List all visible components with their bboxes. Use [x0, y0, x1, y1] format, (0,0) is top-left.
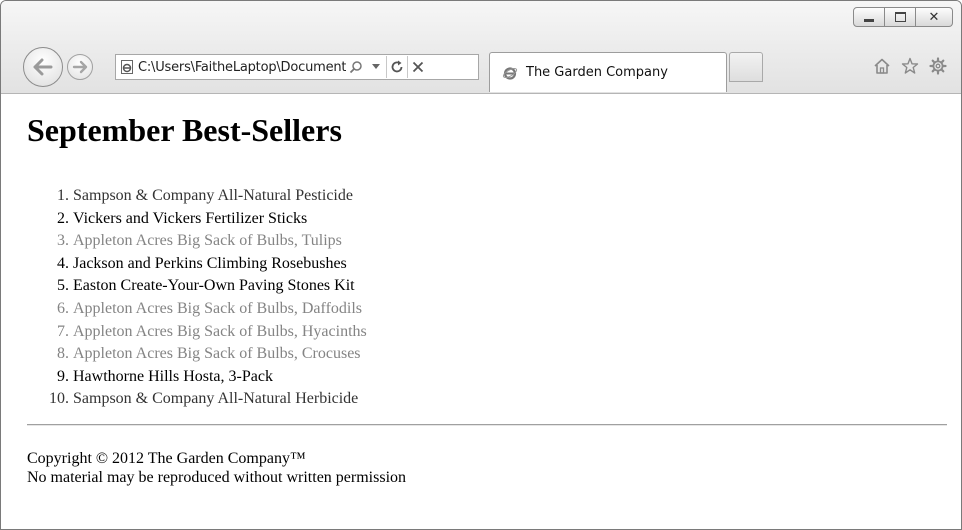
page-content: September Best-Sellers 1. Sampson & Compa… [1, 94, 961, 529]
window-controls: ✕ [853, 7, 953, 27]
item-number: 5. [57, 277, 69, 295]
close-icon: ✕ [928, 9, 940, 25]
list-item: 10. Sampson & Company All-Natural Herbici… [33, 388, 367, 411]
item-text: Appleton Acres Big Sack of Bulbs, Crocus… [73, 345, 361, 363]
tab-the-garden-company[interactable]: The Garden Company [489, 52, 727, 92]
browser-window: ✕ C:\Users\FaitheLaptop\Documents\M The … [0, 0, 962, 530]
ie-logo-icon [502, 66, 518, 80]
list-item: 8. Appleton Acres Big Sack of Bulbs, Croc… [33, 343, 367, 366]
list-item: 7. Appleton Acres Big Sack of Bulbs, Hyac… [33, 321, 367, 344]
copyright-text: Copyright © 2012 The Garden Company™ [27, 450, 306, 467]
page-footer: Copyright © 2012 The Garden Company™ No … [27, 449, 406, 487]
page-title: September Best-Sellers [27, 112, 342, 148]
refresh-icon[interactable] [387, 55, 407, 79]
item-text: Sampson & Company All-Natural Pesticide [73, 187, 353, 204]
maximize-button[interactable] [885, 7, 916, 27]
stop-icon[interactable] [408, 55, 428, 79]
back-arrow-icon [33, 58, 53, 76]
address-bar[interactable]: C:\Users\FaitheLaptop\Documents\M [115, 54, 479, 80]
maximize-icon [894, 12, 906, 22]
page-icon [116, 55, 138, 79]
item-text: Appleton Acres Big Sack of Bulbs, Daffod… [73, 299, 363, 317]
list-item: 1. Sampson & Company All-Natural Pesticid… [33, 185, 367, 208]
toolbar-icons [873, 57, 947, 75]
home-icon[interactable] [873, 57, 891, 75]
item-number: 6. [57, 299, 69, 317]
item-number: 8. [57, 345, 69, 363]
item-text: Hawthorne Hills Hosta, 3-Pack [73, 367, 273, 385]
dropdown-arrow-icon[interactable] [366, 55, 386, 79]
item-text: Vickers and Vickers Fertilizer Sticks [73, 209, 308, 227]
list-item: 2. Vickers and Vickers Fertilizer Sticks [33, 208, 367, 231]
list-item: 5. Easton Create-Your-Own Paving Stones K… [33, 275, 367, 298]
item-text: Appleton Acres Big Sack of Bulbs, Tulips [73, 232, 342, 250]
gear-icon[interactable] [929, 57, 947, 75]
url-text[interactable]: C:\Users\FaitheLaptop\Documents\M [138, 60, 346, 75]
item-number: 4. [57, 254, 69, 272]
star-icon[interactable] [901, 57, 919, 75]
minimize-button[interactable] [853, 7, 885, 27]
item-number: 3. [57, 232, 69, 250]
forward-button[interactable] [67, 54, 93, 80]
minimize-icon [864, 18, 874, 22]
permission-notice: No material may be reproduced without wr… [27, 469, 407, 486]
item-number: 1. [57, 187, 69, 204]
item-text: Jackson and Perkins Climbing Rosebushes [73, 254, 347, 272]
item-text: Sampson & Company All-Natural Herbicide [73, 390, 359, 408]
navigation-buttons [23, 47, 113, 87]
list-item: 6. Appleton Acres Big Sack of Bulbs, Daff… [33, 298, 367, 321]
close-window-button[interactable]: ✕ [916, 7, 953, 27]
item-number: 9. [57, 367, 69, 385]
search-icon[interactable] [346, 55, 366, 79]
item-text: Appleton Acres Big Sack of Bulbs, Hyacin… [73, 322, 367, 340]
browser-chrome: ✕ C:\Users\FaitheLaptop\Documents\M The … [1, 1, 961, 94]
best-sellers-list: 1. Sampson & Company All-Natural Pesticid… [33, 185, 367, 411]
new-tab-button[interactable] [729, 52, 763, 82]
back-button[interactable] [23, 47, 63, 87]
item-number: 7. [57, 322, 69, 340]
list-item: 9. Hawthorne Hills Hosta, 3-Pack [33, 366, 367, 389]
list-item: 4. Jackson and Perkins Climbing Rosebushe… [33, 253, 367, 276]
item-text: Easton Create-Your-Own Paving Stones Kit [73, 277, 355, 295]
item-number: 10. [49, 390, 69, 408]
forward-arrow-icon [72, 60, 88, 74]
tab-title: The Garden Company [526, 65, 668, 80]
item-number: 2. [57, 209, 69, 227]
footer-divider [27, 424, 947, 426]
list-item: 3. Appleton Acres Big Sack of Bulbs, Tuli… [33, 230, 367, 253]
